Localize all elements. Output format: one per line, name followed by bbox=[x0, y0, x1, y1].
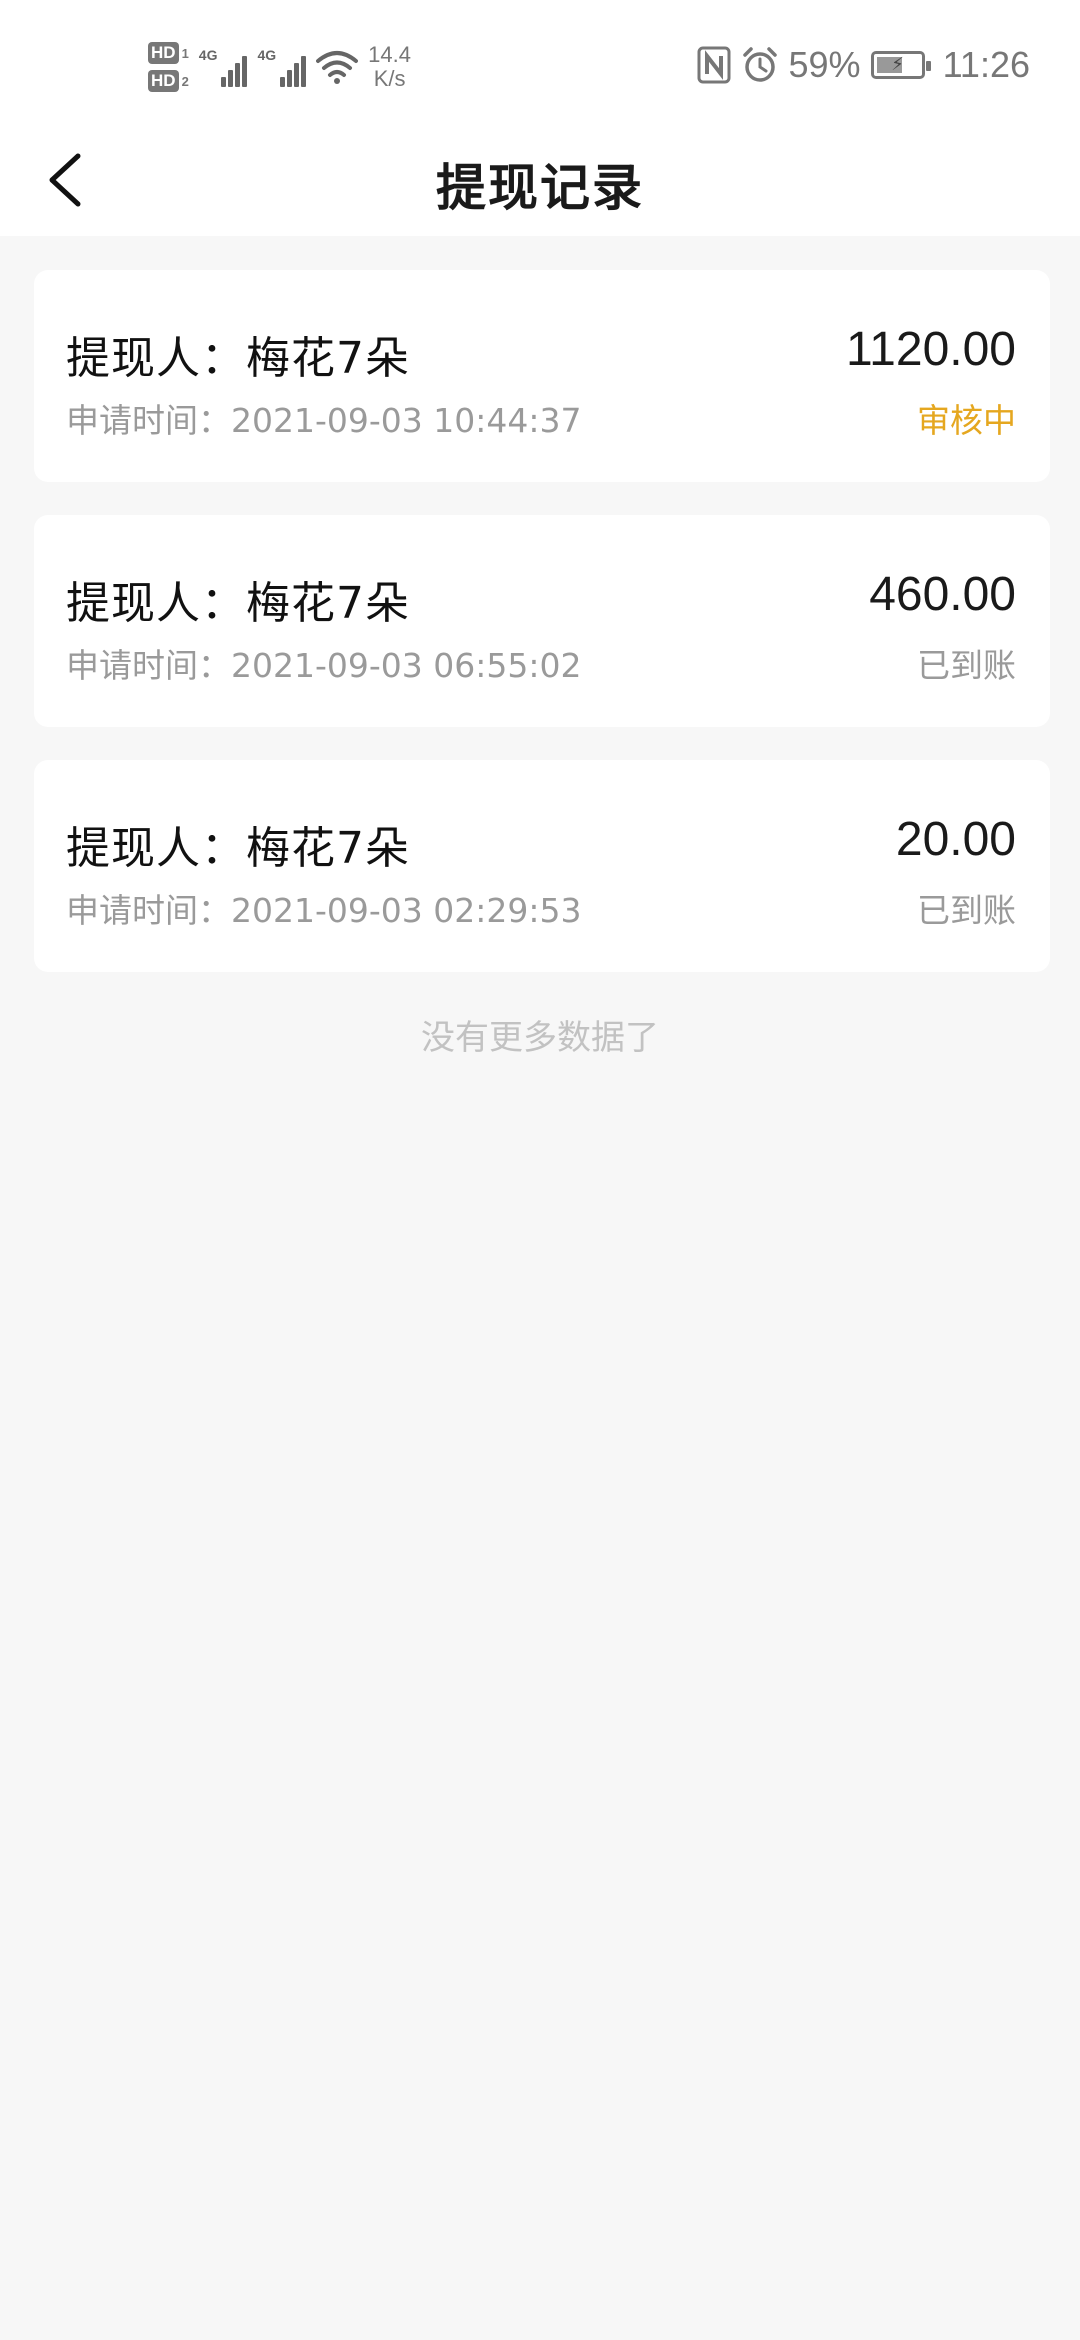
page-title: 提现记录 bbox=[436, 159, 644, 217]
clock: 11:26 bbox=[942, 44, 1030, 85]
no-more-data-hint: 没有更多数据了 bbox=[421, 1018, 659, 1058]
hd-index: 2 bbox=[181, 73, 189, 89]
withdrawal-amount: 460.00 bbox=[869, 568, 1016, 621]
wifi-icon bbox=[316, 51, 359, 84]
apply-time: 申请时间：2021-09-03 10:44:37 bbox=[66, 401, 582, 440]
nav-bar: 提现记录 bbox=[0, 130, 1080, 236]
battery-percent: 59% bbox=[788, 44, 861, 85]
hd-label: HD bbox=[148, 42, 179, 64]
signal-bar bbox=[228, 70, 234, 87]
alarm-icon bbox=[742, 47, 777, 82]
hd-icon: HD 1 HD 2 bbox=[148, 42, 189, 92]
withdrawal-amount: 20.00 bbox=[895, 813, 1016, 866]
payee-label: 提现人：梅花7朵 bbox=[66, 333, 410, 384]
hd-badge-sim2: HD 2 bbox=[148, 70, 189, 92]
status-bar: HD 1 HD 2 4G 4G 14.4 K/s 59% ⚡ 11:26 bbox=[0, 0, 1080, 130]
signal-bar bbox=[235, 63, 241, 87]
signal-bar bbox=[280, 77, 286, 87]
withdrawal-amount: 1120.00 bbox=[846, 323, 1016, 376]
apply-time: 申请时间：2021-09-03 06:55:02 bbox=[66, 646, 582, 685]
withdrawal-record-card[interactable]: 提现人：梅花7朵 申请时间：2021-09-03 06:55:02 460.00… bbox=[34, 515, 1050, 727]
net-speed: 14.4 K/s bbox=[368, 43, 411, 91]
charging-bolt-icon: ⚡ bbox=[891, 54, 904, 75]
signal-bar bbox=[301, 56, 307, 87]
net-speed-value: 14.4 bbox=[368, 42, 411, 67]
status-badge: 已到账 bbox=[917, 891, 1016, 930]
signal-bar bbox=[242, 56, 248, 87]
network-type-label: 4G bbox=[257, 47, 277, 63]
signal-bar bbox=[221, 77, 227, 87]
status-bar-right: 59% ⚡ 11:26 bbox=[697, 40, 1030, 90]
status-bar-left: HD 1 HD 2 4G 4G 14.4 K/s bbox=[148, 32, 411, 102]
network-type-label: 4G bbox=[198, 47, 218, 63]
battery-icon: ⚡ bbox=[870, 51, 931, 79]
net-speed-unit: K/s bbox=[373, 66, 406, 91]
status-badge: 审核中 bbox=[917, 401, 1016, 440]
payee-label: 提现人：梅花7朵 bbox=[66, 823, 410, 874]
withdrawal-record-card[interactable]: 提现人：梅花7朵 申请时间：2021-09-03 10:44:37 1120.0… bbox=[34, 270, 1050, 482]
signal-icon: 4G bbox=[199, 47, 248, 87]
apply-time: 申请时间：2021-09-03 02:29:53 bbox=[66, 891, 582, 930]
signal-icon: 4G bbox=[257, 47, 307, 87]
signal-bar bbox=[287, 70, 293, 87]
hd-index: 1 bbox=[181, 45, 189, 61]
nfc-icon bbox=[697, 46, 731, 84]
signal-bar bbox=[294, 63, 300, 87]
hd-label: HD bbox=[148, 70, 179, 92]
status-badge: 已到账 bbox=[917, 646, 1016, 685]
withdrawal-record-card[interactable]: 提现人：梅花7朵 申请时间：2021-09-03 02:29:53 20.00 … bbox=[34, 760, 1050, 972]
withdrawal-record-list: 提现人：梅花7朵 申请时间：2021-09-03 10:44:37 1120.0… bbox=[34, 270, 1050, 1005]
hd-badge-sim1: HD 1 bbox=[148, 42, 189, 64]
payee-label: 提现人：梅花7朵 bbox=[66, 578, 410, 629]
